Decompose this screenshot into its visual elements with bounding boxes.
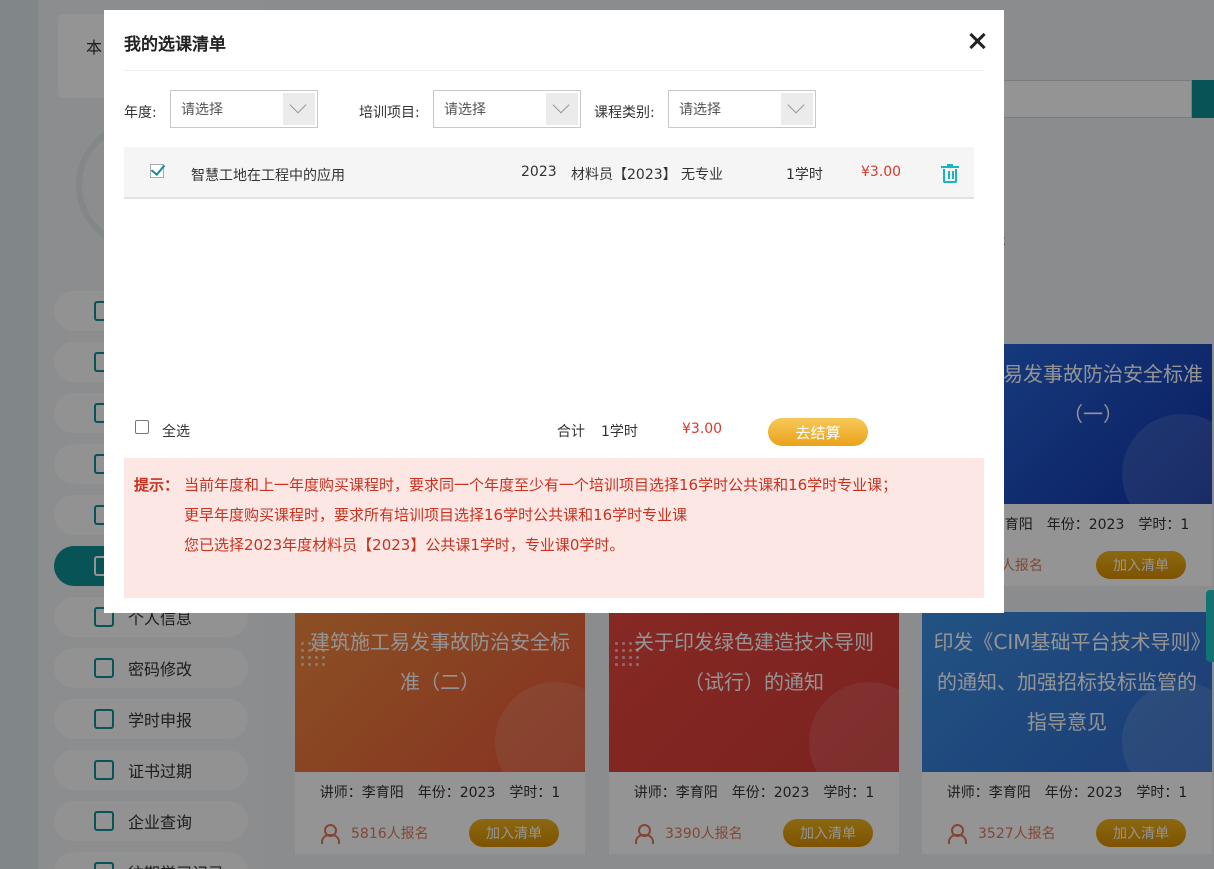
category-select-value: 请选择 bbox=[679, 102, 721, 118]
checkout-button[interactable]: 去结算 bbox=[768, 418, 868, 446]
trash-icon[interactable] bbox=[941, 164, 959, 183]
course-list-modal: 我的选课清单 年度: 请选择 培训项目: 请选择 课程类别: 请选择 智慧工地在… bbox=[104, 10, 1004, 613]
course-hours: 1学时 bbox=[786, 167, 823, 183]
notice-line: 更早年度购买课程时，要求所有培训项目选择16学时公共课和16学时专业课 bbox=[184, 506, 688, 524]
select-all-checkbox[interactable] bbox=[135, 420, 149, 434]
notice-line: 您已选择2023年度材料员【2023】公共课1学时，专业课0学时。 bbox=[184, 536, 625, 554]
course-checkbox[interactable] bbox=[150, 164, 164, 178]
course-specialty: 无专业 bbox=[681, 167, 723, 183]
notice-line: 当前年度和上一年度购买课程时，要求同一个年度至少有一个培训项目选择16学时公共课… bbox=[184, 476, 898, 494]
list-item: 智慧工地在工程中的应用 2023 材料员【2023】 无专业 1学时 ¥3.00 bbox=[124, 147, 974, 199]
chevron-down-icon bbox=[283, 93, 315, 125]
notice-box: 提示： 当前年度和上一年度购买课程时，要求同一个年度至少有一个培训项目选择16学… bbox=[124, 458, 984, 598]
project-select-value: 请选择 bbox=[444, 102, 486, 118]
year-select[interactable]: 请选择 bbox=[170, 90, 318, 128]
category-select[interactable]: 请选择 bbox=[668, 90, 816, 128]
close-icon[interactable] bbox=[964, 28, 990, 54]
select-all-label: 全选 bbox=[162, 424, 190, 440]
modal-title: 我的选课清单 bbox=[124, 35, 226, 55]
total-label: 合计 bbox=[557, 424, 585, 440]
notice-label: 提示： bbox=[134, 476, 180, 494]
total-hours: 1学时 bbox=[601, 424, 638, 440]
category-filter-label: 课程类别: bbox=[594, 105, 655, 121]
chevron-down-icon bbox=[781, 93, 813, 125]
project-filter-label: 培训项目: bbox=[359, 105, 420, 121]
project-select[interactable]: 请选择 bbox=[433, 90, 581, 128]
course-name: 智慧工地在工程中的应用 bbox=[191, 168, 345, 184]
course-price: ¥3.00 bbox=[861, 164, 902, 180]
year-filter-label: 年度: bbox=[124, 105, 157, 121]
divider bbox=[124, 70, 984, 71]
course-category: 材料员【2023】 bbox=[571, 167, 677, 183]
chevron-down-icon bbox=[546, 93, 578, 125]
total-price: ¥3.00 bbox=[682, 421, 723, 437]
course-year: 2023 bbox=[521, 164, 557, 180]
year-select-value: 请选择 bbox=[181, 102, 223, 118]
